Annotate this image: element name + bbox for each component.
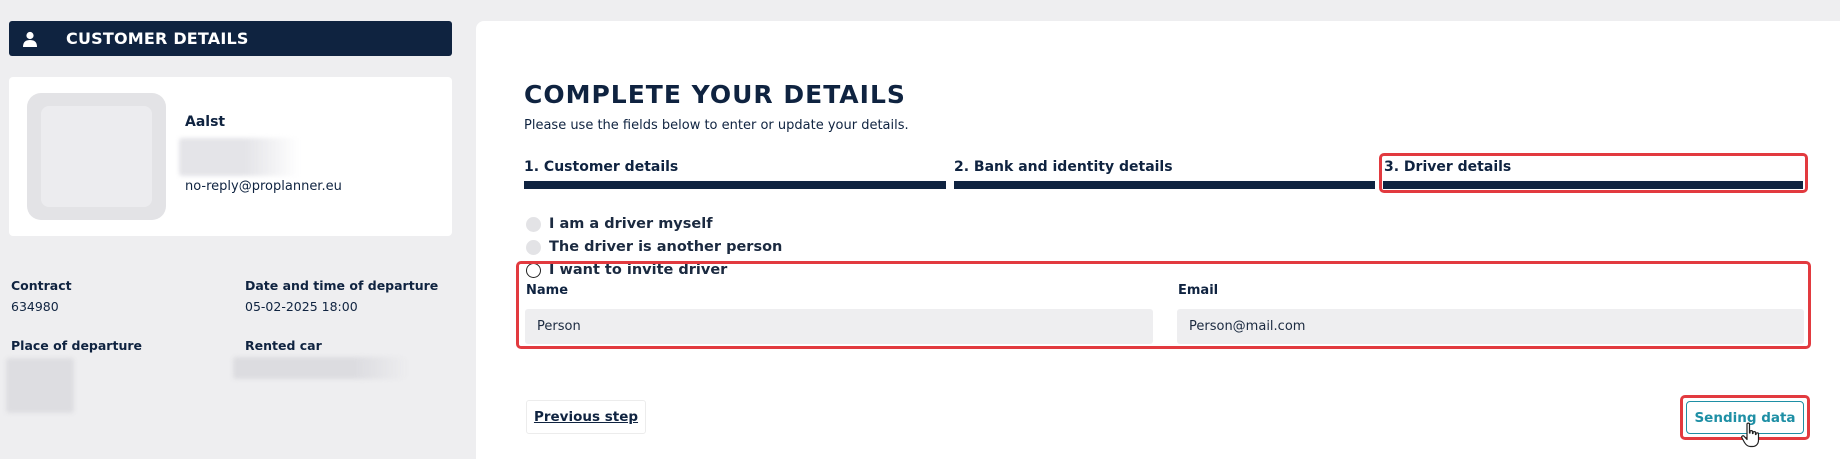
option-label: The driver is another person xyxy=(549,239,783,255)
radio-button[interactable] xyxy=(526,216,541,232)
option-invite-driver[interactable]: I want to invite driver xyxy=(526,262,727,278)
option-driver-myself[interactable]: I am a driver myself xyxy=(526,216,713,232)
radio-button[interactable] xyxy=(526,239,541,255)
profile-card: Aalst no-reply@proplanner.eu xyxy=(9,77,452,236)
name-input[interactable] xyxy=(525,309,1153,344)
customer-details-title: CUSTOMER DETAILS xyxy=(66,29,249,48)
profile-name: Aalst xyxy=(185,114,226,130)
departure-place-label: Place of departure xyxy=(11,338,142,353)
departure-datetime-label: Date and time of departure xyxy=(245,278,439,293)
page-subtitle: Please use the fields below to enter or … xyxy=(524,118,909,133)
step-customer-details[interactable]: 1. Customer details xyxy=(524,159,678,175)
option-driver-another-person[interactable]: The driver is another person xyxy=(526,239,782,255)
profile-email: no-reply@proplanner.eu xyxy=(185,179,342,194)
avatar-image xyxy=(41,106,152,207)
step-progress-bar-2 xyxy=(954,181,1375,189)
option-label: I am a driver myself xyxy=(549,216,713,232)
user-icon xyxy=(22,29,46,49)
redacted-departure-place xyxy=(6,358,74,413)
email-field-label: Email xyxy=(1178,283,1219,298)
departure-datetime-value: 05-02-2025 18:00 xyxy=(245,299,358,314)
step-bank-identity-details[interactable]: 2. Bank and identity details xyxy=(954,159,1173,175)
customer-details-header: CUSTOMER DETAILS xyxy=(9,21,452,56)
step-driver-details[interactable]: 3. Driver details xyxy=(1384,159,1511,175)
redacted-profile-info xyxy=(179,138,299,176)
contract-label: Contract xyxy=(11,278,72,293)
step-progress-bar-1 xyxy=(524,181,946,189)
contract-value: 634980 xyxy=(11,299,59,314)
name-field-label: Name xyxy=(526,283,569,298)
rented-car-label: Rented car xyxy=(245,338,322,353)
previous-step-button[interactable]: Previous step xyxy=(526,400,646,434)
avatar xyxy=(27,93,166,220)
hand-cursor-icon xyxy=(1741,422,1760,448)
option-label: I want to invite driver xyxy=(549,262,728,278)
radio-button[interactable] xyxy=(526,262,541,278)
email-input[interactable] xyxy=(1177,309,1804,344)
redacted-rented-car xyxy=(233,357,408,379)
page-title: COMPLETE YOUR DETAILS xyxy=(524,80,906,109)
step-progress-bar-3 xyxy=(1383,181,1803,189)
